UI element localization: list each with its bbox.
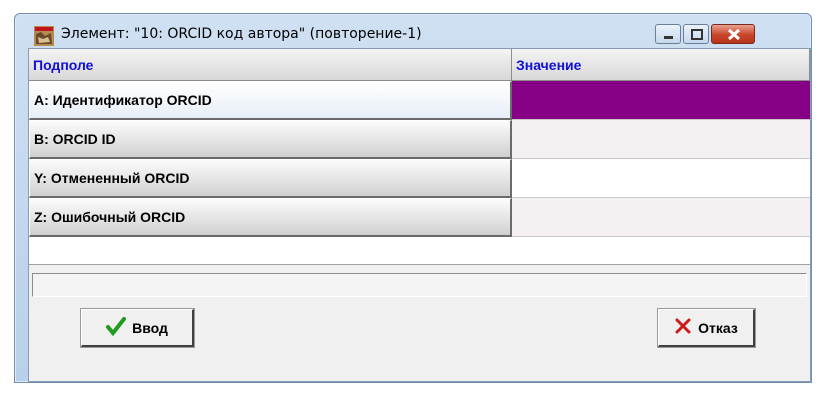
maximize-button[interactable] <box>683 24 709 44</box>
close-icon <box>727 28 741 41</box>
cancel-button[interactable]: Отказ <box>657 308 756 348</box>
table-row[interactable]: Z: Ошибочный ORCID <box>29 198 810 237</box>
window-title: Элемент: "10: ORCID код автора" (повторе… <box>61 26 422 42</box>
dialog-client-area: Подполе Значение A: Идентификатор ORCID … <box>28 48 811 382</box>
app-logo-icon <box>33 25 55 47</box>
row-label[interactable]: B: ORCID ID <box>29 120 512 159</box>
subfield-grid: Подполе Значение A: Идентификатор ORCID … <box>29 49 810 265</box>
row-label[interactable]: A: Идентификатор ORCID <box>29 81 512 120</box>
value-cell[interactable] <box>512 159 810 198</box>
row-label[interactable]: Z: Ошибочный ORCID <box>29 198 512 237</box>
maximize-icon <box>691 29 703 40</box>
minimize-icon <box>664 36 673 39</box>
status-bar <box>32 273 807 297</box>
column-header-subfield[interactable]: Подполе <box>29 49 512 81</box>
dialog-window: Элемент: "10: ORCID код автора" (повторе… <box>14 13 812 383</box>
x-cross-icon <box>674 317 692 338</box>
table-row[interactable]: Y: Отмененный ORCID <box>29 159 810 198</box>
value-cell[interactable] <box>512 120 810 159</box>
row-label[interactable]: Y: Отмененный ORCID <box>29 159 512 198</box>
column-header-value[interactable]: Значение <box>512 49 810 81</box>
table-row[interactable]: A: Идентификатор ORCID <box>29 81 810 120</box>
cancel-button-label: Отказ <box>698 319 738 336</box>
ok-button[interactable]: Ввод <box>80 308 195 348</box>
table-row[interactable]: B: ORCID ID <box>29 120 810 159</box>
ok-button-label: Ввод <box>132 319 168 336</box>
close-button[interactable] <box>711 24 755 44</box>
title-bar[interactable]: Элемент: "10: ORCID код автора" (повторе… <box>15 14 811 48</box>
minimize-button[interactable] <box>655 24 681 44</box>
value-cell-selected[interactable] <box>512 81 810 120</box>
checkmark-icon <box>106 316 127 339</box>
value-cell[interactable] <box>512 198 810 237</box>
